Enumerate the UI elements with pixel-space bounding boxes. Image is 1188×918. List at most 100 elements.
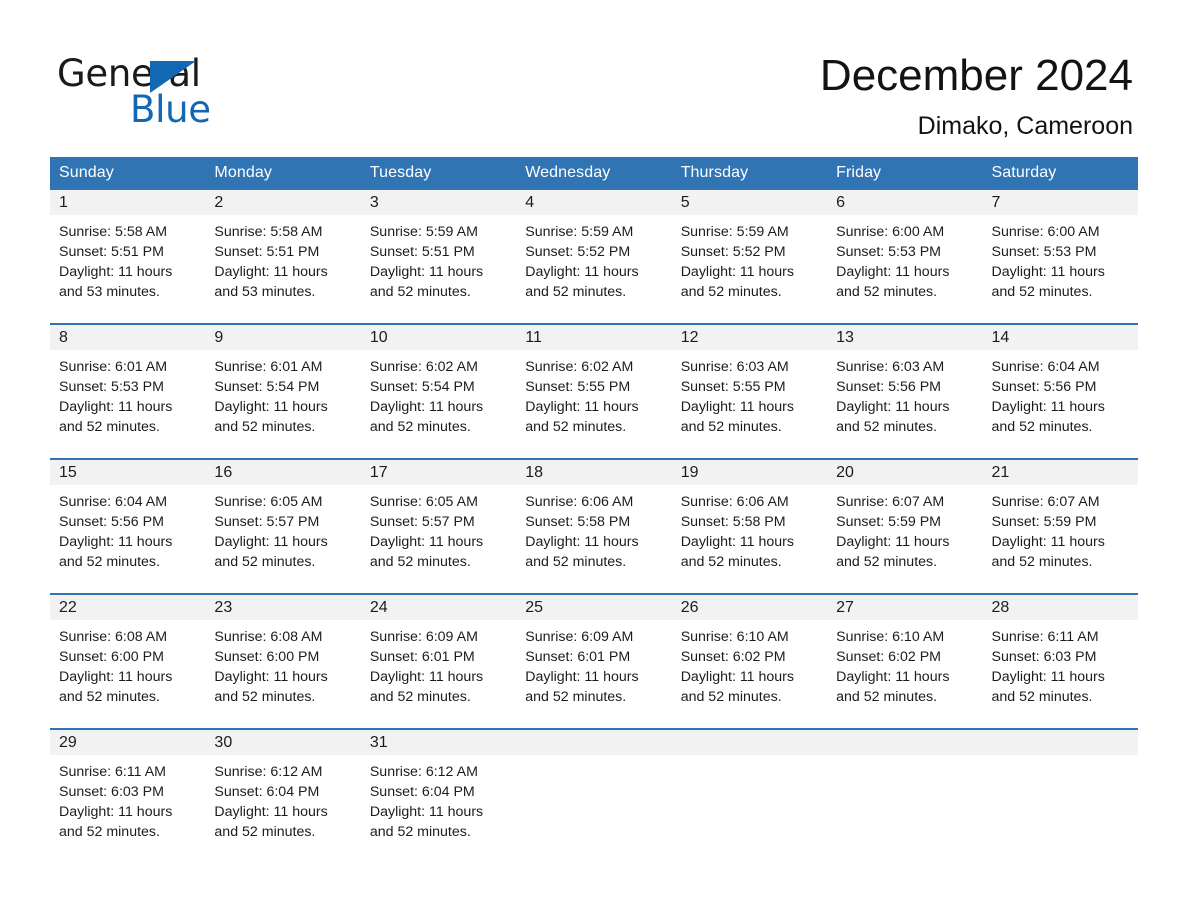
day-details: Sunrise: 6:04 AM Sunset: 5:56 PM Dayligh… (50, 485, 205, 572)
calendar-day-cell[interactable]: 12 Sunrise: 6:03 AM Sunset: 5:55 PM Dayl… (671, 323, 828, 459)
daylight-text-line2: and 52 minutes. (59, 554, 160, 570)
daylight-text-line1: Daylight: 11 hours (680, 534, 794, 550)
calendar-body: 1 Sunrise: 5:58 AM Sunset: 5:51 PM Dayli… (50, 190, 1138, 863)
sunset-text: Sunset: 5:58 PM (525, 514, 631, 530)
daylight-text-line1: Daylight: 11 hours (525, 669, 639, 685)
day-details: Sunrise: 6:07 AM Sunset: 5:59 PM Dayligh… (983, 485, 1138, 572)
day-details: Sunrise: 6:11 AM Sunset: 6:03 PM Dayligh… (50, 755, 205, 842)
calendar-day-cell[interactable]: 17 Sunrise: 6:05 AM Sunset: 5:57 PM Dayl… (360, 458, 517, 594)
calendar-day-cell[interactable]: 19 Sunrise: 6:06 AM Sunset: 5:58 PM Dayl… (671, 458, 828, 594)
day-details: Sunrise: 5:59 AM Sunset: 5:51 PM Dayligh… (361, 215, 516, 302)
calendar-day-cell[interactable]: 15 Sunrise: 6:04 AM Sunset: 5:56 PM Dayl… (50, 458, 206, 594)
day-details: Sunrise: 6:10 AM Sunset: 6:02 PM Dayligh… (672, 620, 827, 707)
sunset-text: Sunset: 5:51 PM (369, 244, 475, 260)
sunset-text: Sunset: 6:00 PM (59, 649, 164, 665)
day-number: 3 (360, 190, 517, 215)
calendar-day-cell[interactable]: 30 Sunrise: 6:12 AM Sunset: 6:04 PM Dayl… (205, 728, 361, 863)
daylight-text-line2: and 52 minutes. (214, 419, 316, 435)
daylight-text-line1: Daylight: 11 hours (991, 534, 1105, 550)
daylight-text-line1: Daylight: 11 hours (59, 804, 173, 820)
daylight-text-line1: Daylight: 11 hours (59, 399, 173, 415)
sunrise-text: Sunrise: 6:00 AM (836, 224, 945, 240)
sunrise-text: Sunrise: 5:59 AM (680, 224, 789, 240)
day-number: 9 (205, 325, 361, 350)
generalblue-logo[interactable]: General Blue (57, 52, 317, 132)
day-details: Sunrise: 6:09 AM Sunset: 6:01 PM Dayligh… (516, 620, 671, 707)
day-number: 31 (360, 730, 517, 755)
sunrise-text: Sunrise: 6:02 AM (369, 359, 478, 375)
day-details: Sunrise: 6:06 AM Sunset: 5:58 PM Dayligh… (516, 485, 671, 572)
calendar-day-cell[interactable]: 14 Sunrise: 6:04 AM Sunset: 5:56 PM Dayl… (982, 323, 1138, 459)
calendar-day-cell-empty (516, 728, 672, 863)
calendar-day-cell[interactable]: 31 Sunrise: 6:12 AM Sunset: 6:04 PM Dayl… (360, 728, 517, 863)
daylight-text-line2: and 52 minutes. (525, 689, 627, 705)
daylight-text-line2: and 52 minutes. (59, 419, 160, 435)
sunset-text: Sunset: 6:04 PM (369, 784, 475, 800)
title-block: December 2024 Dimako, Cameroon (820, 48, 1133, 143)
sunset-text: Sunset: 6:04 PM (214, 784, 320, 800)
calendar-day-cell[interactable]: 16 Sunrise: 6:05 AM Sunset: 5:57 PM Dayl… (205, 458, 361, 594)
calendar-day-cell[interactable]: 28 Sunrise: 6:11 AM Sunset: 6:03 PM Dayl… (982, 593, 1138, 729)
page-header: General Blue December 2024 Dimako, Camer… (0, 0, 1188, 155)
day-number: 27 (827, 595, 983, 620)
weekday-header-thursday: Thursday (671, 157, 828, 190)
calendar-day-cell[interactable]: 13 Sunrise: 6:03 AM Sunset: 5:56 PM Dayl… (827, 323, 983, 459)
calendar-day-cell[interactable]: 26 Sunrise: 6:10 AM Sunset: 6:02 PM Dayl… (671, 593, 828, 729)
day-number: 19 (671, 460, 828, 485)
calendar-day-cell[interactable]: 18 Sunrise: 6:06 AM Sunset: 5:58 PM Dayl… (516, 458, 672, 594)
day-number: 8 (50, 325, 206, 350)
sunset-text: Sunset: 5:57 PM (369, 514, 475, 530)
day-number: 6 (827, 190, 983, 215)
sunset-text: Sunset: 5:56 PM (836, 379, 941, 395)
daylight-text-line2: and 52 minutes. (680, 419, 782, 435)
calendar-page: General Blue December 2024 Dimako, Camer… (0, 0, 1188, 918)
calendar-day-cell[interactable]: 27 Sunrise: 6:10 AM Sunset: 6:02 PM Dayl… (827, 593, 983, 729)
calendar-day-cell[interactable]: 10 Sunrise: 6:02 AM Sunset: 5:54 PM Dayl… (360, 323, 517, 459)
location-subtitle: Dimako, Cameroon (917, 112, 1133, 140)
calendar-day-cell[interactable]: 21 Sunrise: 6:07 AM Sunset: 5:59 PM Dayl… (982, 458, 1138, 594)
sunrise-text: Sunrise: 6:12 AM (214, 764, 323, 780)
calendar-week-row: 8 Sunrise: 6:01 AM Sunset: 5:53 PM Dayli… (50, 323, 1138, 459)
sunrise-text: Sunrise: 6:10 AM (836, 629, 945, 645)
calendar-day-cell[interactable]: 23 Sunrise: 6:08 AM Sunset: 6:00 PM Dayl… (205, 593, 361, 729)
daylight-text-line1: Daylight: 11 hours (214, 534, 328, 550)
weekday-header-friday: Friday (827, 157, 983, 190)
calendar-day-cell[interactable]: 7 Sunrise: 6:00 AM Sunset: 5:53 PM Dayli… (982, 190, 1138, 324)
calendar-day-cell[interactable]: 24 Sunrise: 6:09 AM Sunset: 6:01 PM Dayl… (360, 593, 517, 729)
daylight-text-line1: Daylight: 11 hours (369, 804, 484, 820)
sunrise-text: Sunrise: 5:59 AM (369, 224, 478, 240)
calendar-day-cell[interactable]: 22 Sunrise: 6:08 AM Sunset: 6:00 PM Dayl… (50, 593, 206, 729)
calendar-day-cell[interactable]: 11 Sunrise: 6:02 AM Sunset: 5:55 PM Dayl… (516, 323, 672, 459)
sunrise-text: Sunrise: 6:11 AM (59, 764, 166, 780)
calendar-header-row: Sunday Monday Tuesday Wednesday Thursday… (50, 157, 1138, 190)
day-number (671, 730, 828, 755)
day-details: Sunrise: 6:05 AM Sunset: 5:57 PM Dayligh… (205, 485, 360, 572)
calendar-day-cell[interactable]: 1 Sunrise: 5:58 AM Sunset: 5:51 PM Dayli… (50, 190, 206, 324)
calendar-day-cell[interactable]: 8 Sunrise: 6:01 AM Sunset: 5:53 PM Dayli… (50, 323, 206, 459)
calendar-day-cell[interactable]: 6 Sunrise: 6:00 AM Sunset: 5:53 PM Dayli… (827, 190, 983, 324)
sunset-text: Sunset: 6:03 PM (991, 649, 1097, 665)
sunrise-sunset-calendar: Sunday Monday Tuesday Wednesday Thursday… (50, 157, 1138, 863)
daylight-text-line2: and 52 minutes. (836, 284, 938, 300)
weekday-header-sunday: Sunday (50, 157, 206, 190)
page-title: December 2024 (819, 51, 1133, 100)
sunset-text: Sunset: 5:51 PM (214, 244, 320, 260)
calendar-day-cell[interactable]: 4 Sunrise: 5:59 AM Sunset: 5:52 PM Dayli… (516, 190, 672, 324)
daylight-text-line2: and 52 minutes. (369, 824, 471, 840)
calendar-day-cell[interactable]: 2 Sunrise: 5:58 AM Sunset: 5:51 PM Dayli… (205, 190, 361, 324)
sunrise-text: Sunrise: 5:59 AM (525, 224, 634, 240)
calendar-day-cell[interactable]: 5 Sunrise: 5:59 AM Sunset: 5:52 PM Dayli… (671, 190, 828, 324)
calendar-day-cell[interactable]: 20 Sunrise: 6:07 AM Sunset: 5:59 PM Dayl… (827, 458, 983, 594)
sunrise-text: Sunrise: 6:08 AM (214, 629, 323, 645)
calendar-day-cell[interactable]: 9 Sunrise: 6:01 AM Sunset: 5:54 PM Dayli… (205, 323, 361, 459)
calendar-day-cell[interactable]: 3 Sunrise: 5:59 AM Sunset: 5:51 PM Dayli… (360, 190, 517, 324)
sunset-text: Sunset: 5:52 PM (525, 244, 631, 260)
calendar-day-cell[interactable]: 29 Sunrise: 6:11 AM Sunset: 6:03 PM Dayl… (50, 728, 206, 863)
sunrise-text: Sunrise: 6:03 AM (836, 359, 945, 375)
day-details: Sunrise: 6:00 AM Sunset: 5:53 PM Dayligh… (983, 215, 1138, 302)
calendar-day-cell[interactable]: 25 Sunrise: 6:09 AM Sunset: 6:01 PM Dayl… (516, 593, 672, 729)
daylight-text-line1: Daylight: 11 hours (369, 534, 484, 550)
sunrise-text: Sunrise: 6:12 AM (369, 764, 478, 780)
calendar-week-row: 1 Sunrise: 5:58 AM Sunset: 5:51 PM Dayli… (50, 190, 1138, 324)
day-details: Sunrise: 6:03 AM Sunset: 5:56 PM Dayligh… (827, 350, 982, 437)
